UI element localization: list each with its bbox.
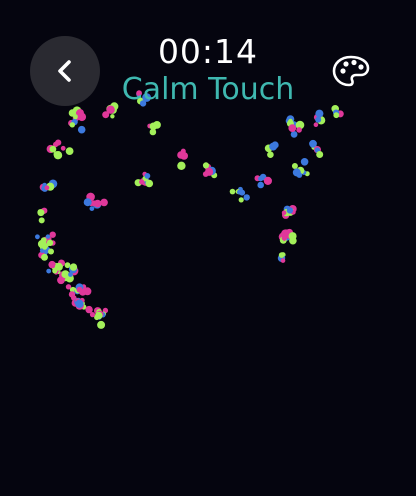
particle-dot [55, 139, 62, 146]
particle-dot [73, 114, 78, 120]
particle-dot [238, 197, 244, 203]
particle-dot [85, 305, 93, 314]
particle-dot [333, 112, 340, 119]
particle-dot [139, 179, 145, 185]
particle-dot [278, 252, 285, 258]
particle-dot [257, 181, 265, 189]
particle-dot [35, 234, 40, 240]
particle-dot [68, 291, 76, 298]
particle-dot [300, 158, 309, 166]
particle-dot [202, 162, 210, 169]
particle-dot [83, 198, 92, 207]
particle-dot [229, 188, 236, 195]
palette-icon [332, 55, 370, 87]
particle-dot [41, 253, 48, 261]
particle-dot [280, 258, 286, 263]
particle-dot [180, 152, 189, 160]
particle-dot [69, 122, 76, 128]
particle-dot [53, 151, 63, 160]
particle-dot [48, 260, 56, 269]
particle-dot [110, 114, 115, 119]
particle-dot [65, 147, 74, 156]
particle-dot [46, 239, 54, 246]
particle-dot [263, 176, 272, 185]
particle-dot [91, 200, 97, 207]
particle-dot [46, 268, 52, 274]
particle-dot [288, 232, 297, 241]
particle-dot [316, 151, 324, 158]
canvas-screen[interactable]: 00:14 Calm Touch [0, 0, 416, 496]
particle-dot [291, 163, 298, 169]
particle-dot [54, 262, 63, 271]
particle-dot [42, 244, 48, 250]
particle-dot [60, 145, 66, 151]
particle-dot [38, 217, 45, 224]
particle-dot [177, 161, 186, 170]
particle-dot [281, 235, 287, 241]
particle-dot [313, 122, 319, 127]
particle-dot [269, 142, 278, 151]
particle-dot [205, 167, 214, 176]
particle-dot [77, 112, 87, 122]
particle-dot [315, 109, 324, 118]
particle-dot [243, 194, 250, 201]
particle-dot [48, 248, 54, 255]
particle-dot [95, 311, 103, 320]
clock-time: 00:14 [157, 32, 259, 71]
particle-dot [258, 176, 264, 182]
particle-dot [296, 127, 302, 133]
particle-dot [281, 210, 287, 215]
particle-dot [102, 111, 110, 119]
particle-dot [97, 320, 106, 329]
particle-dot [144, 173, 151, 179]
particle-dot [315, 116, 322, 123]
particle-dot [288, 124, 297, 132]
particle-dot [290, 131, 298, 138]
particle-dot [37, 209, 45, 217]
particle-dot [267, 151, 274, 158]
particle-dot [149, 128, 157, 136]
particle-dot [89, 206, 95, 212]
particle-dot [44, 185, 50, 191]
particle-dot [75, 299, 84, 308]
particle-dot [292, 168, 301, 177]
particle-dot [68, 272, 73, 277]
particle-dot [100, 198, 108, 207]
particle-dot [45, 234, 51, 239]
particle-dot [69, 263, 78, 271]
particle-dot [40, 237, 47, 244]
particle-dot [76, 286, 83, 293]
particle-dot [77, 125, 86, 134]
particle-dot [237, 189, 242, 195]
palette-button[interactable] [328, 50, 374, 92]
particle-dot [49, 145, 57, 153]
particle-dot [83, 287, 92, 296]
page-title: Calm Touch [121, 72, 295, 107]
particle-dot [286, 207, 294, 214]
